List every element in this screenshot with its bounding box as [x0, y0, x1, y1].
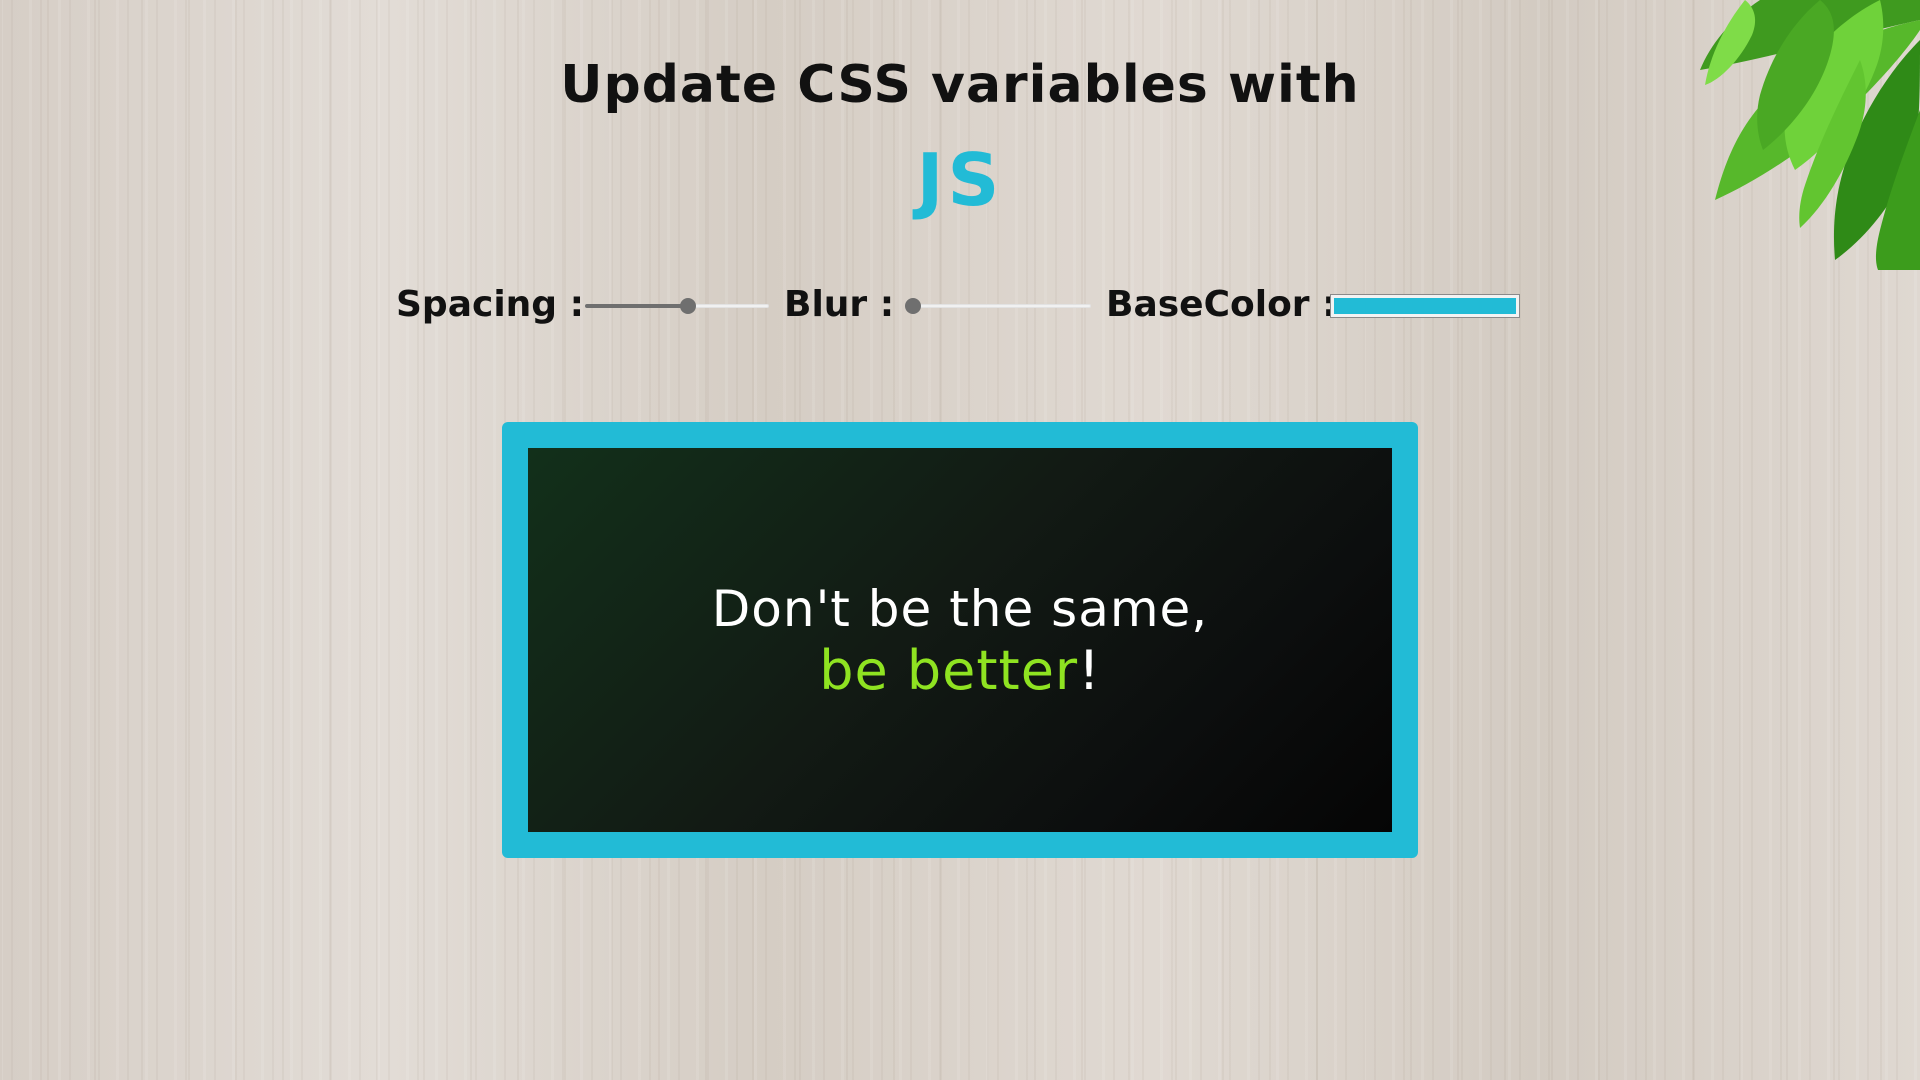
spacing-slider-fill — [585, 304, 689, 308]
blur-slider-thumb[interactable] — [905, 298, 921, 314]
page-title-accent: JS — [916, 138, 1004, 222]
image-frame: Don't be the same, be better! — [502, 422, 1418, 858]
quote-line-2: be better! — [528, 640, 1392, 702]
basecolor-label: BaseColor : — [1106, 284, 1337, 325]
spacing-slider[interactable] — [585, 298, 769, 314]
blur-slider[interactable] — [905, 298, 1091, 314]
blur-label: Blur : — [784, 284, 895, 325]
controls-bar: Spacing : Blur : BaseColor : — [0, 278, 1920, 332]
quote-image: Don't be the same, be better! — [528, 448, 1392, 832]
basecolor-swatch — [1334, 298, 1516, 314]
leaves-decoration-icon — [1700, 0, 1920, 270]
spacing-slider-thumb[interactable] — [680, 298, 697, 314]
quote-text: Don't be the same, be better! — [528, 578, 1392, 702]
spacing-label: Spacing : — [396, 284, 584, 325]
basecolor-picker[interactable] — [1330, 294, 1520, 318]
quote-line-1: Don't be the same, — [711, 580, 1209, 638]
quote-punctuation: ! — [1078, 639, 1101, 702]
quote-accent-text: be better — [819, 639, 1079, 702]
page-title: Update CSS variables with — [560, 55, 1360, 115]
